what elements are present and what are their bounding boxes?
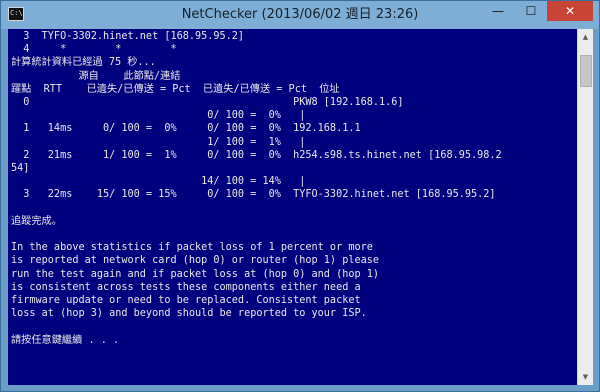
vertical-scrollbar[interactable]: ▲ ▼ [577, 29, 593, 385]
console-line: 源自 此節點/連結 [11, 70, 181, 82]
scroll-up-arrow-icon[interactable]: ▲ [578, 29, 593, 45]
scroll-down-arrow-icon[interactable]: ▼ [578, 369, 593, 385]
console-line: 追蹤完成。 [11, 215, 62, 227]
console-line: 躍點 RTT 已遺失/已傳送 = Pct 已遺失/已傳送 = Pct 位址 [11, 83, 340, 95]
console-output[interactable]: 3 TYFO-3302.hinet.net [168.95.95.2] 4 * … [8, 29, 577, 385]
maximize-button[interactable]: ☐ [515, 1, 547, 21]
minimize-button[interactable]: — [481, 1, 515, 21]
console-line: 14/ 100 = 14% | [11, 176, 306, 188]
console-line: is consistent across tests these compone… [11, 281, 361, 293]
console-line: 計算統計資料已經過 75 秒... [11, 57, 156, 69]
console-line: 3 22ms 15/ 100 = 15% 0/ 100 = 0% TYFO-33… [11, 189, 496, 201]
console-line: 54] [11, 163, 30, 175]
console-line: 1/ 100 = 1% | [11, 136, 306, 148]
console-text: 3 TYFO-3302.hinet.net [168.95.95.2] 4 * … [8, 29, 577, 347]
app-window: C:\ NetChecker (2013/06/02 週日 23:26) — ☐… [0, 0, 600, 392]
title-bar[interactable]: C:\ NetChecker (2013/06/02 週日 23:26) — ☐… [1, 1, 599, 29]
console-line: loss at (hop 3) and beyond should be rep… [11, 308, 367, 320]
console-line: run the test again and if packet loss at… [11, 268, 380, 280]
console-line: In the above statistics if packet loss o… [11, 242, 373, 254]
console-line: 1 14ms 0/ 100 = 0% 0/ 100 = 0% 192.168.1… [11, 123, 361, 135]
close-button[interactable]: ✕ [547, 1, 593, 21]
console-line: is reported at network card (hop 0) or r… [11, 255, 380, 267]
console-line: 0 PKW8 [192.168.1.6] [11, 97, 404, 109]
console-line: 3 TYFO-3302.hinet.net [168.95.95.2] [11, 31, 245, 42]
console-line: 請按任意鍵繼續 . . . [11, 334, 120, 346]
console-line: 4 * * * [11, 44, 177, 56]
scrollbar-thumb[interactable] [580, 55, 592, 87]
console-line: 0/ 100 = 0% | [11, 110, 306, 122]
console-line: 2 21ms 1/ 100 = 1% 0/ 100 = 0% h254.s98.… [11, 149, 502, 161]
console-line: firmware update or need to be replaced. … [11, 295, 361, 307]
